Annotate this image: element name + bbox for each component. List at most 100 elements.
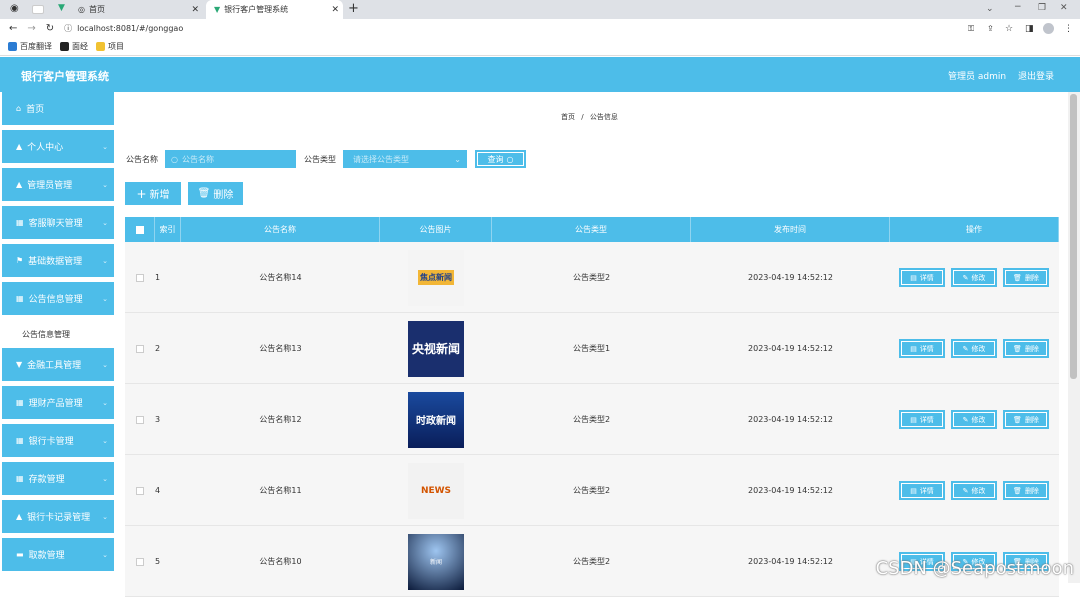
bookmark-mianjing[interactable]: 面经 xyxy=(60,41,88,52)
back-icon[interactable]: ← xyxy=(9,23,17,34)
detail-button[interactable]: ▤ 详情 xyxy=(899,339,945,358)
detail-button[interactable]: ▤ 详情 xyxy=(899,410,945,429)
notice-image[interactable]: NEWS xyxy=(408,462,464,519)
row-select-cell[interactable] xyxy=(125,313,155,384)
github-icon[interactable]: ◉ xyxy=(10,3,19,14)
forward-icon[interactable]: → xyxy=(27,23,35,34)
breadcrumb-current: 公告信息 xyxy=(589,113,618,121)
sidebar-item-5[interactable]: ⚑ 基础数据管理 ⌄ xyxy=(2,244,114,277)
table-row: 2 公告名称13 央视新闻 公告类型1 2023-04-19 14:52:12 ▤ 详情 ✎ 修… xyxy=(125,313,1059,384)
row-type: 公告类型2 xyxy=(572,273,611,282)
trash-icon: 🗑 xyxy=(1013,344,1022,353)
notice-type-select[interactable]: 请选择公告类型 ⌄ xyxy=(343,150,467,168)
edit-button[interactable]: ✎ 修改 xyxy=(951,268,997,287)
share-icon[interactable]: ⇪ xyxy=(987,24,994,33)
sidebar-item-label: 取款管理 xyxy=(28,551,65,561)
address-bar: ← → ↻ ⓘ localhost:8081/#/gonggao ⚿ ⇪ ☆ ◨… xyxy=(0,19,1080,38)
close-icon[interactable]: ✕ xyxy=(191,5,199,15)
table-row: 4 公告名称11 NEWS 公告类型2 2023-04-19 14:52:12 ▤ 详情 ✎ 修… xyxy=(125,455,1059,526)
info-icon: ⓘ xyxy=(64,24,73,33)
row-select-cell[interactable] xyxy=(125,526,155,597)
row-time: 2023-04-19 14:52:12 xyxy=(748,415,833,424)
row-select-cell[interactable] xyxy=(125,455,155,526)
column-header: 发布时间 xyxy=(691,217,890,242)
sidebar-item-label: 首页 xyxy=(26,105,45,115)
sidebar-item-3[interactable]: ▲ 管理员管理 ⌄ xyxy=(2,168,114,201)
row-checkbox[interactable] xyxy=(136,557,144,566)
edit-button[interactable]: ✎ 修改 xyxy=(951,410,997,429)
add-button[interactable]: + 新增 xyxy=(125,182,181,205)
notice-image-text: NEWS xyxy=(420,485,452,496)
file-icon: ▤ xyxy=(910,344,917,353)
notice-name-input[interactable]: ○ 公告名称 xyxy=(165,150,296,168)
sidebar-item-10[interactable]: ▦ 存款管理 ⌄ xyxy=(2,462,114,495)
folder-icon xyxy=(96,42,105,51)
bookmark-project[interactable]: 项目 xyxy=(96,41,124,52)
notice-image[interactable]: 新闻 xyxy=(408,533,464,590)
sidebar-item-9[interactable]: ▦ 银行卡管理 ⌄ xyxy=(2,424,114,457)
sidebar-item-11[interactable]: ▲ 银行卡记录管理 ⌄ xyxy=(2,500,114,533)
chevron-down-icon: ⌄ xyxy=(102,294,108,303)
filter-icon: ▼ xyxy=(16,360,23,369)
sidebar-subitem-notice[interactable]: 公告信息管理 xyxy=(22,329,70,340)
logout-button[interactable]: 退出登录 xyxy=(1018,69,1054,82)
search-button[interactable]: 查询 ○ xyxy=(475,150,526,168)
row-delete-button[interactable]: 🗑 删除 xyxy=(1003,481,1049,500)
row-select-cell[interactable] xyxy=(125,384,155,455)
scrollbar[interactable] xyxy=(1068,92,1080,583)
detail-button[interactable]: ▤ 详情 xyxy=(899,481,945,500)
bookmark-baidu-translate[interactable]: 百度翻译 xyxy=(8,41,52,52)
row-time: 2023-04-19 14:52:12 xyxy=(748,344,833,353)
row-delete-button[interactable]: 🗑 删除 xyxy=(1003,268,1049,287)
new-tab-button[interactable]: + xyxy=(348,1,359,16)
notice-image[interactable]: 焦点新闻 xyxy=(408,249,464,306)
star-icon[interactable]: ☆ xyxy=(1005,24,1013,34)
watermark: CSDN @Seapostmoon xyxy=(875,558,1074,579)
row-select-cell[interactable] xyxy=(125,242,155,313)
sidebar-item-7[interactable]: ▼ 金融工具管理 ⌄ xyxy=(2,348,114,381)
row-name: 公告名称10 xyxy=(259,557,302,566)
chevron-down-icon[interactable]: ⌄ xyxy=(986,4,994,14)
breadcrumb-separator: / xyxy=(581,113,584,121)
blank-tab-icon[interactable] xyxy=(32,5,44,14)
detail-button[interactable]: ▤ 详情 xyxy=(899,268,945,287)
profile-icon[interactable] xyxy=(1043,23,1054,34)
restore-icon[interactable]: ❐ xyxy=(1038,3,1046,13)
sidebar-item-6[interactable]: ▦ 公告信息管理 ⌄ xyxy=(2,282,114,315)
tab-app[interactable]: ▼ 银行客户管理系统 ✕ xyxy=(206,0,343,19)
row-checkbox[interactable] xyxy=(136,415,144,424)
row-index: 4 xyxy=(155,486,161,495)
scrollbar-thumb[interactable] xyxy=(1070,94,1077,379)
key-icon[interactable]: ⚿ xyxy=(968,24,974,34)
sidebar-item-2[interactable]: ▲ 个人中心 ⌄ xyxy=(2,130,114,163)
row-checkbox[interactable] xyxy=(136,486,144,495)
more-icon[interactable]: ⋮ xyxy=(1064,24,1073,34)
minimize-icon[interactable]: − xyxy=(1014,2,1022,12)
sidebar-item-4[interactable]: ▦ 客服聊天管理 ⌄ xyxy=(2,206,114,239)
sidebar-item-12[interactable]: ▬ 取款管理 ⌄ xyxy=(2,538,114,571)
close-window-icon[interactable]: ✕ xyxy=(1060,3,1068,13)
edit-button[interactable]: ✎ 修改 xyxy=(951,481,997,500)
select-all-header[interactable] xyxy=(125,217,155,242)
url-field[interactable]: localhost:8081/#/gonggao xyxy=(77,24,183,33)
sidebar-item-8[interactable]: ▦ 理财产品管理 ⌄ xyxy=(2,386,114,419)
notice-image-text: 新闻 xyxy=(429,559,442,566)
breadcrumb-home[interactable]: 首页 xyxy=(561,113,575,121)
notice-image[interactable]: 央视新闻 xyxy=(408,320,464,377)
tab-home[interactable]: ◎ 首页 ✕ xyxy=(78,0,203,19)
chevron-down-icon: ⌄ xyxy=(102,256,108,265)
reload-icon[interactable]: ↻ xyxy=(46,23,54,34)
notice-image[interactable]: 时政新闻 xyxy=(408,391,464,448)
row-checkbox[interactable] xyxy=(136,273,144,282)
delete-button[interactable]: 🗑 删除 xyxy=(188,182,243,205)
sidepanel-icon[interactable]: ◨ xyxy=(1025,24,1034,34)
row-checkbox[interactable] xyxy=(136,344,144,353)
sidebar-item-1[interactable]: ⌂ 首页 xyxy=(2,92,114,125)
edit-button[interactable]: ✎ 修改 xyxy=(951,339,997,358)
close-icon[interactable]: ✕ xyxy=(331,5,339,15)
select-all-checkbox[interactable] xyxy=(135,225,144,234)
row-delete-button[interactable]: 🗑 删除 xyxy=(1003,339,1049,358)
row-delete-button[interactable]: 🗑 删除 xyxy=(1003,410,1049,429)
vue-icon[interactable]: ▼ xyxy=(58,3,65,13)
chevron-down-icon: ⌄ xyxy=(102,360,108,369)
